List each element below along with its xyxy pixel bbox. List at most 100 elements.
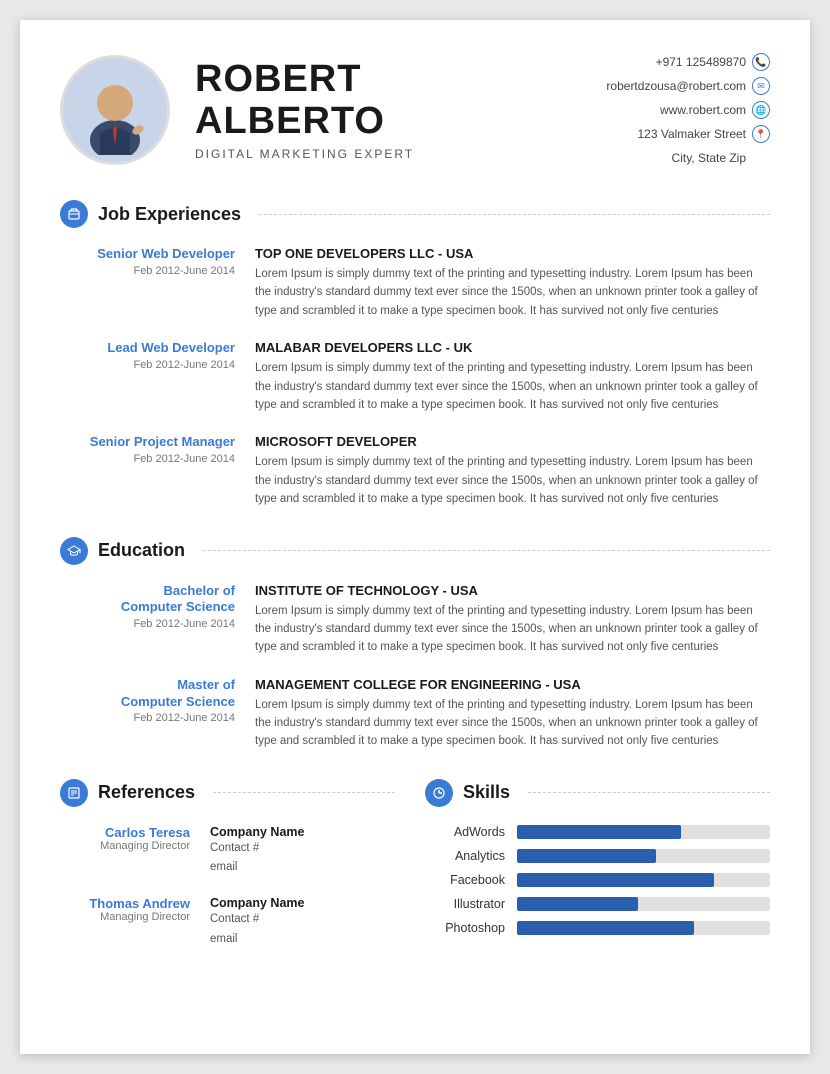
skill-bar-bg [517,897,770,911]
city-row: City, State Zip [606,146,770,170]
entry-left: Senior Project Manager Feb 2012-June 201… [60,434,235,508]
first-name: ROBERT [195,59,606,101]
skills-section-title: Skills [463,782,510,803]
location-icon: 📍 [752,125,770,143]
entry-description: Lorem Ipsum is simply dummy text of the … [255,359,770,414]
skill-bar-bg [517,921,770,935]
entry-dates: Feb 2012-June 2014 [60,265,235,277]
website-text: www.robert.com [660,98,746,122]
list-item: Bachelor ofComputer Science Feb 2012-Jun… [60,583,770,657]
phone-text: +971 125489870 [656,50,746,74]
entry-right: TOP ONE DEVELOPERS LLC - USA Lorem Ipsum… [255,246,770,320]
phone-icon: 📞 [752,53,770,71]
skill-row: Facebook [425,873,770,887]
entry-role: Senior Project Manager [60,434,235,451]
entry-description: Lorem Ipsum is simply dummy text of the … [255,453,770,508]
skill-row: Illustrator [425,897,770,911]
header-name-block: ROBERT ALBERTO DIGITAL MARKETING EXPERT [195,59,606,161]
entry-dates: Feb 2012-June 2014 [60,359,235,371]
skills-section-line [528,792,770,793]
references-section-title: References [98,782,195,803]
entry-dates: Feb 2012-June 2014 [60,453,235,465]
list-item: Senior Project Manager Feb 2012-June 201… [60,434,770,508]
entry-left: Senior Web Developer Feb 2012-June 2014 [60,246,235,320]
list-item: Senior Web Developer Feb 2012-June 2014 … [60,246,770,320]
education-section-line [203,550,770,551]
email-text: robertdzousa@robert.com [606,74,746,98]
email-icon: ✉ [752,77,770,95]
entry-role: Bachelor ofComputer Science [60,583,235,617]
reference-entries: Carlos Teresa Managing Director Company … [60,825,395,949]
resume-container: ROBERT ALBERTO DIGITAL MARKETING EXPERT … [20,20,810,1054]
education-icon [60,537,88,565]
skill-label: AdWords [425,825,505,839]
skill-bar-bg [517,825,770,839]
city-text: City, State Zip [672,146,746,170]
skill-label: Facebook [425,873,505,887]
ref-right: Company Name Contact #email [210,896,395,949]
entry-right: INSTITUTE OF TECHNOLOGY - USA Lorem Ipsu… [255,583,770,657]
skill-row: Photoshop [425,921,770,935]
skills-icon [425,779,453,807]
job-icon [60,200,88,228]
entry-company: INSTITUTE OF TECHNOLOGY - USA [255,583,770,598]
entry-dates: Feb 2012-June 2014 [60,618,235,630]
entry-role: Master ofComputer Science [60,677,235,711]
ref-contact: Contact #email [210,839,395,878]
entry-description: Lorem Ipsum is simply dummy text of the … [255,696,770,751]
entry-description: Lorem Ipsum is simply dummy text of the … [255,265,770,320]
email-row: robertdzousa@robert.com ✉ [606,74,770,98]
entry-left: Bachelor ofComputer Science Feb 2012-Jun… [60,583,235,657]
entry-right: MALABAR DEVELOPERS LLC - UK Lorem Ipsum … [255,340,770,414]
entry-role: Lead Web Developer [60,340,235,357]
ref-name: Carlos Teresa [60,825,190,840]
entry-left: Lead Web Developer Feb 2012-June 2014 [60,340,235,414]
skill-bar-bg [517,849,770,863]
header-contact: +971 125489870 📞 robertdzousa@robert.com… [606,50,770,170]
entry-right: MICROSOFT DEVELOPER Lorem Ipsum is simpl… [255,434,770,508]
entry-description: Lorem Ipsum is simply dummy text of the … [255,602,770,657]
avatar [60,55,170,165]
skill-bar-bg [517,873,770,887]
entry-company: MANAGEMENT COLLEGE FOR ENGINEERING - USA [255,677,770,692]
skill-bar-fill [517,921,694,935]
education-section-title: Education [98,540,185,561]
entry-dates: Feb 2012-June 2014 [60,712,235,724]
education-section-header: Education [60,537,770,565]
education-section: Education Bachelor ofComputer Science Fe… [60,537,770,751]
skills-section-header: Skills [425,779,770,807]
list-item: Carlos Teresa Managing Director Company … [60,825,395,878]
bottom-section: References Carlos Teresa Managing Direct… [60,779,770,949]
references-column: References Carlos Teresa Managing Direct… [60,779,415,949]
ref-contact: Contact #email [210,910,395,949]
job-section-title: Job Experiences [98,204,241,225]
ref-company: Company Name [210,825,395,839]
ref-name: Thomas Andrew [60,896,190,911]
references-section-header: References [60,779,395,807]
ref-company: Company Name [210,896,395,910]
globe-icon: 🌐 [752,101,770,119]
entry-right: MANAGEMENT COLLEGE FOR ENGINEERING - USA… [255,677,770,751]
skill-bar-fill [517,849,656,863]
education-entries: Bachelor ofComputer Science Feb 2012-Jun… [60,583,770,751]
ref-role: Managing Director [60,840,190,852]
address-text: 123 Valmaker Street [638,122,747,146]
entry-company: TOP ONE DEVELOPERS LLC - USA [255,246,770,261]
skill-row: AdWords [425,825,770,839]
list-item: Lead Web Developer Feb 2012-June 2014 MA… [60,340,770,414]
ref-right: Company Name Contact #email [210,825,395,878]
skill-bar-fill [517,825,681,839]
entry-role: Senior Web Developer [60,246,235,263]
references-section-line [213,792,395,793]
job-title: DIGITAL MARKETING EXPERT [195,147,606,161]
skill-label: Photoshop [425,921,505,935]
ref-left: Thomas Andrew Managing Director [60,896,190,949]
entry-left: Master ofComputer Science Feb 2012-June … [60,677,235,751]
ref-role: Managing Director [60,911,190,923]
skill-label: Illustrator [425,897,505,911]
header: ROBERT ALBERTO DIGITAL MARKETING EXPERT … [60,50,770,170]
list-item: Thomas Andrew Managing Director Company … [60,896,395,949]
skill-row: Analytics [425,849,770,863]
skills-column: Skills AdWords Analytics Facebook Illust… [415,779,770,949]
website-row: www.robert.com 🌐 [606,98,770,122]
